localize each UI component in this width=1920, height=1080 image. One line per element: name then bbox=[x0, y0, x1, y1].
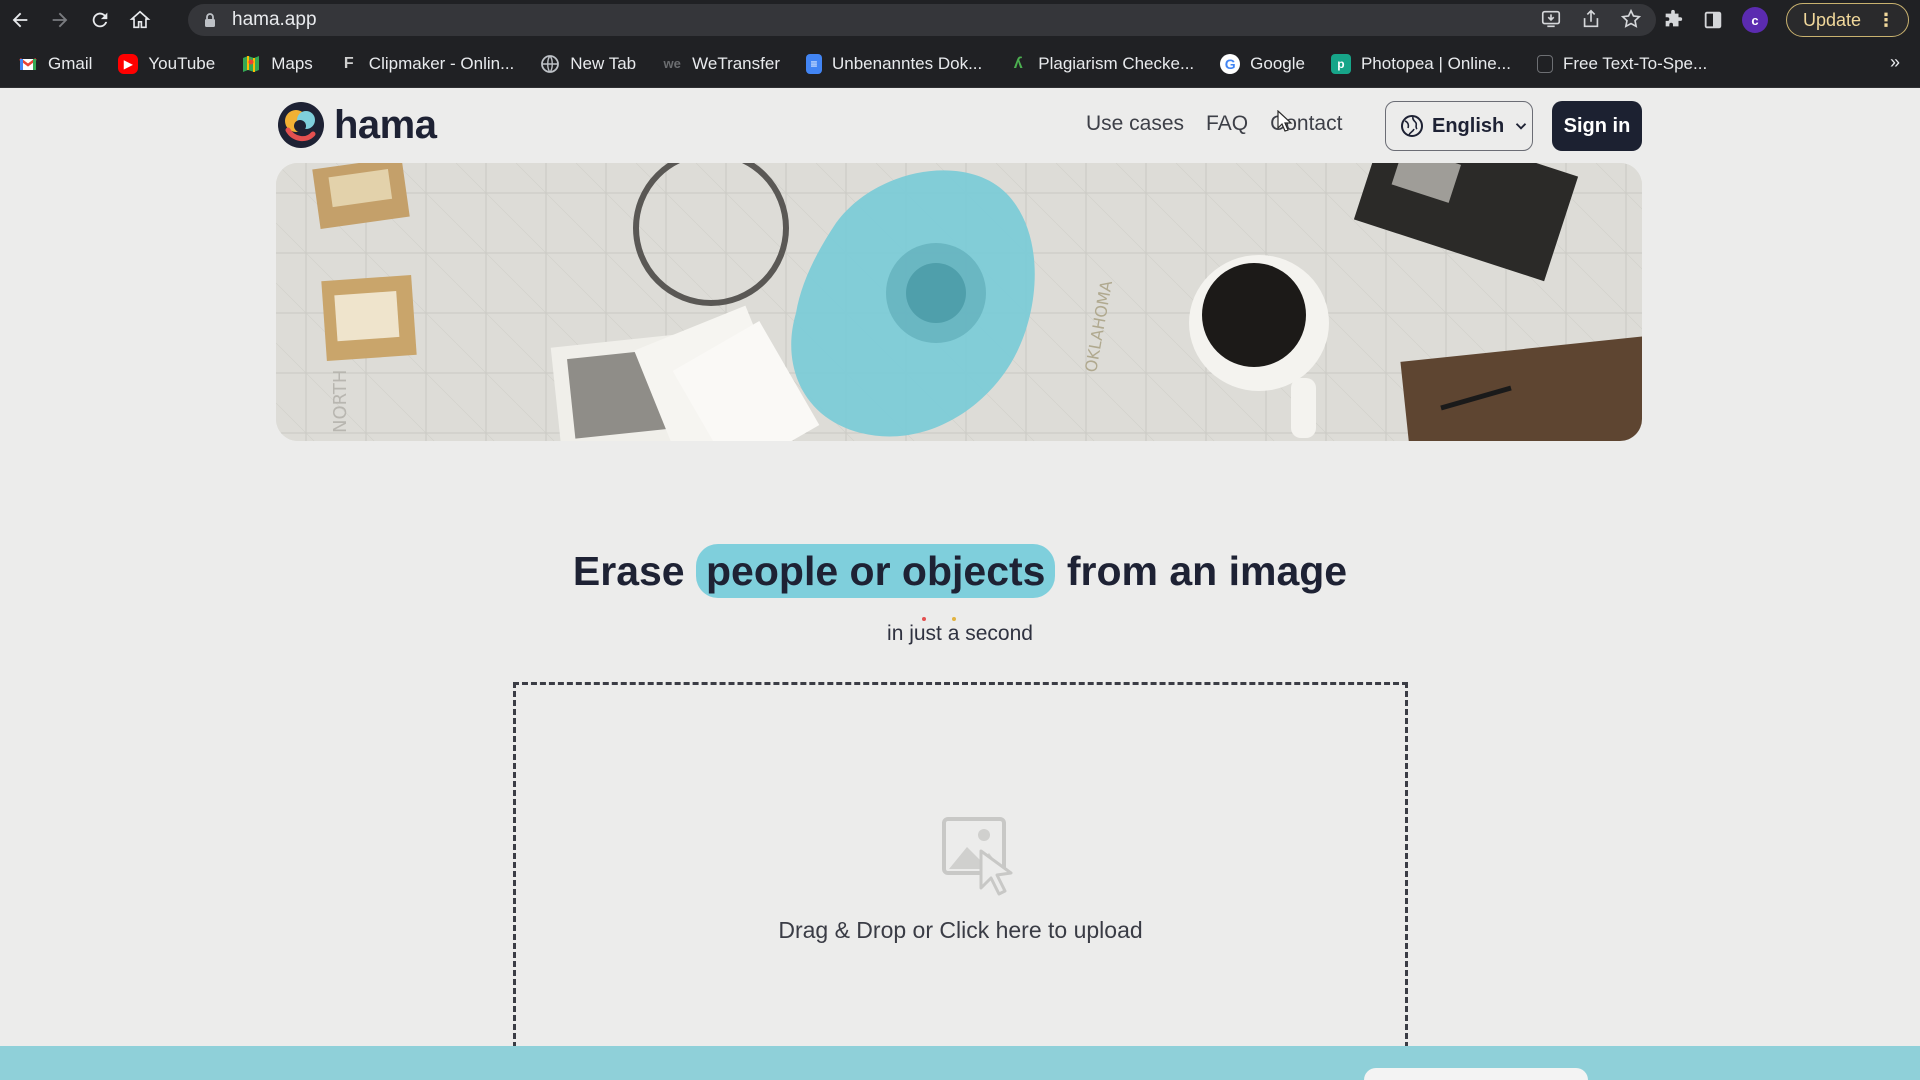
reload-icon bbox=[92, 12, 108, 28]
side-panel-icon[interactable] bbox=[1702, 9, 1724, 31]
bookmark-new-tab[interactable]: New Tab bbox=[540, 54, 636, 74]
decor-dot-yellow bbox=[952, 617, 956, 621]
google-icon: G bbox=[1220, 53, 1241, 74]
share-icon[interactable] bbox=[1580, 8, 1602, 30]
browser-toolbar: hama.app c Update ⋮ bbox=[0, 0, 1920, 40]
bookmark-wetransfer[interactable]: we WeTransfer bbox=[662, 54, 780, 74]
brand-logo[interactable]: hama bbox=[276, 100, 437, 150]
wetransfer-icon: we bbox=[663, 56, 681, 71]
home-button[interactable] bbox=[120, 0, 160, 40]
plagiarism-icon: ʎ bbox=[1013, 54, 1023, 72]
docs-icon: ≡ bbox=[805, 53, 822, 74]
extensions-icon[interactable] bbox=[1662, 9, 1684, 31]
bookmark-docs[interactable]: ≡ Unbenanntes Dok... bbox=[805, 53, 982, 74]
bookmarks-bar: Gmail ▶ YouTube Maps F Clipmaker - Onlin… bbox=[0, 40, 1920, 88]
svg-text:NORTH: NORTH bbox=[330, 370, 351, 433]
bookmark-tts[interactable]: Free Text-To-Spe... bbox=[1536, 54, 1707, 74]
youtube-icon: ▶ bbox=[118, 53, 139, 74]
hama-logo-icon bbox=[278, 102, 324, 148]
home-icon bbox=[129, 10, 151, 29]
bookmark-plagiarism[interactable]: ʎ Plagiarism Checke... bbox=[1008, 54, 1194, 74]
footer-band bbox=[0, 1046, 1920, 1080]
forward-button[interactable] bbox=[40, 0, 80, 40]
nav-faq[interactable]: FAQ bbox=[1206, 112, 1248, 136]
chevron-down-icon bbox=[1516, 123, 1527, 130]
globe-icon bbox=[1401, 115, 1423, 137]
install-app-icon[interactable] bbox=[1540, 8, 1562, 30]
update-label: Update bbox=[1803, 9, 1862, 30]
hero-image: NORTH OKLAHOMA bbox=[276, 163, 1642, 441]
matchbox-bottom bbox=[321, 274, 417, 362]
bookmark-photopea[interactable]: p Photopea | Online... bbox=[1330, 53, 1511, 74]
language-label: English bbox=[1432, 114, 1505, 137]
bookmark-gmail[interactable]: Gmail bbox=[18, 54, 92, 74]
sign-in-button[interactable]: Sign in bbox=[1552, 101, 1642, 151]
page-subheading: in just a second bbox=[887, 622, 1033, 645]
url-text: hama.app bbox=[232, 9, 317, 30]
gmail-icon bbox=[18, 54, 38, 74]
mouse-cursor-icon bbox=[1277, 110, 1293, 132]
brand-name: hama bbox=[334, 102, 437, 147]
nav-use-cases[interactable]: Use cases bbox=[1086, 112, 1184, 136]
bookmark-maps[interactable]: Maps bbox=[241, 54, 313, 74]
arrow-right-icon bbox=[52, 12, 68, 28]
address-bar[interactable]: hama.app bbox=[188, 4, 1656, 36]
upload-dropzone[interactable]: Drag & Drop or Click here to upload bbox=[513, 682, 1408, 1080]
bookmark-youtube[interactable]: ▶ YouTube bbox=[118, 53, 215, 74]
page-headline: Erase people or objects from an image bbox=[0, 544, 1920, 598]
bookmark-google[interactable]: G Google bbox=[1220, 53, 1305, 74]
language-selector[interactable]: English bbox=[1385, 101, 1533, 151]
upload-instruction: Drag & Drop or Click here to upload bbox=[778, 917, 1143, 943]
image-upload-icon bbox=[942, 817, 1013, 896]
page: hama Use cases FAQ Contact English Sign … bbox=[0, 88, 1920, 1080]
arrow-left-icon bbox=[12, 12, 28, 28]
profile-avatar[interactable]: c bbox=[1742, 7, 1768, 33]
photopea-icon: p bbox=[1330, 53, 1351, 74]
globe-icon bbox=[540, 54, 560, 74]
tts-icon bbox=[1536, 54, 1553, 73]
more-vert-icon: ⋮ bbox=[1877, 9, 1895, 30]
footer-pill bbox=[1364, 1068, 1588, 1080]
lock-icon bbox=[205, 13, 215, 27]
bookmark-clipmaker[interactable]: F Clipmaker - Onlin... bbox=[339, 54, 514, 74]
clipmaker-icon: F bbox=[343, 54, 354, 72]
headline-prefix: Erase bbox=[572, 548, 685, 594]
decor-dot-red bbox=[922, 617, 926, 621]
maps-icon bbox=[241, 54, 261, 74]
more-bookmarks-icon[interactable]: » bbox=[1890, 52, 1900, 73]
update-button[interactable]: Update ⋮ bbox=[1786, 3, 1910, 37]
top-navigation: Use cases FAQ Contact bbox=[1086, 112, 1342, 136]
back-button[interactable] bbox=[0, 0, 40, 40]
star-icon[interactable] bbox=[1620, 8, 1642, 30]
desk-photo-illustration: NORTH OKLAHOMA bbox=[276, 163, 1642, 441]
reload-button[interactable] bbox=[80, 0, 120, 40]
headline-highlight: people or objects bbox=[696, 544, 1056, 598]
headline-suffix: from an image bbox=[1066, 548, 1348, 594]
